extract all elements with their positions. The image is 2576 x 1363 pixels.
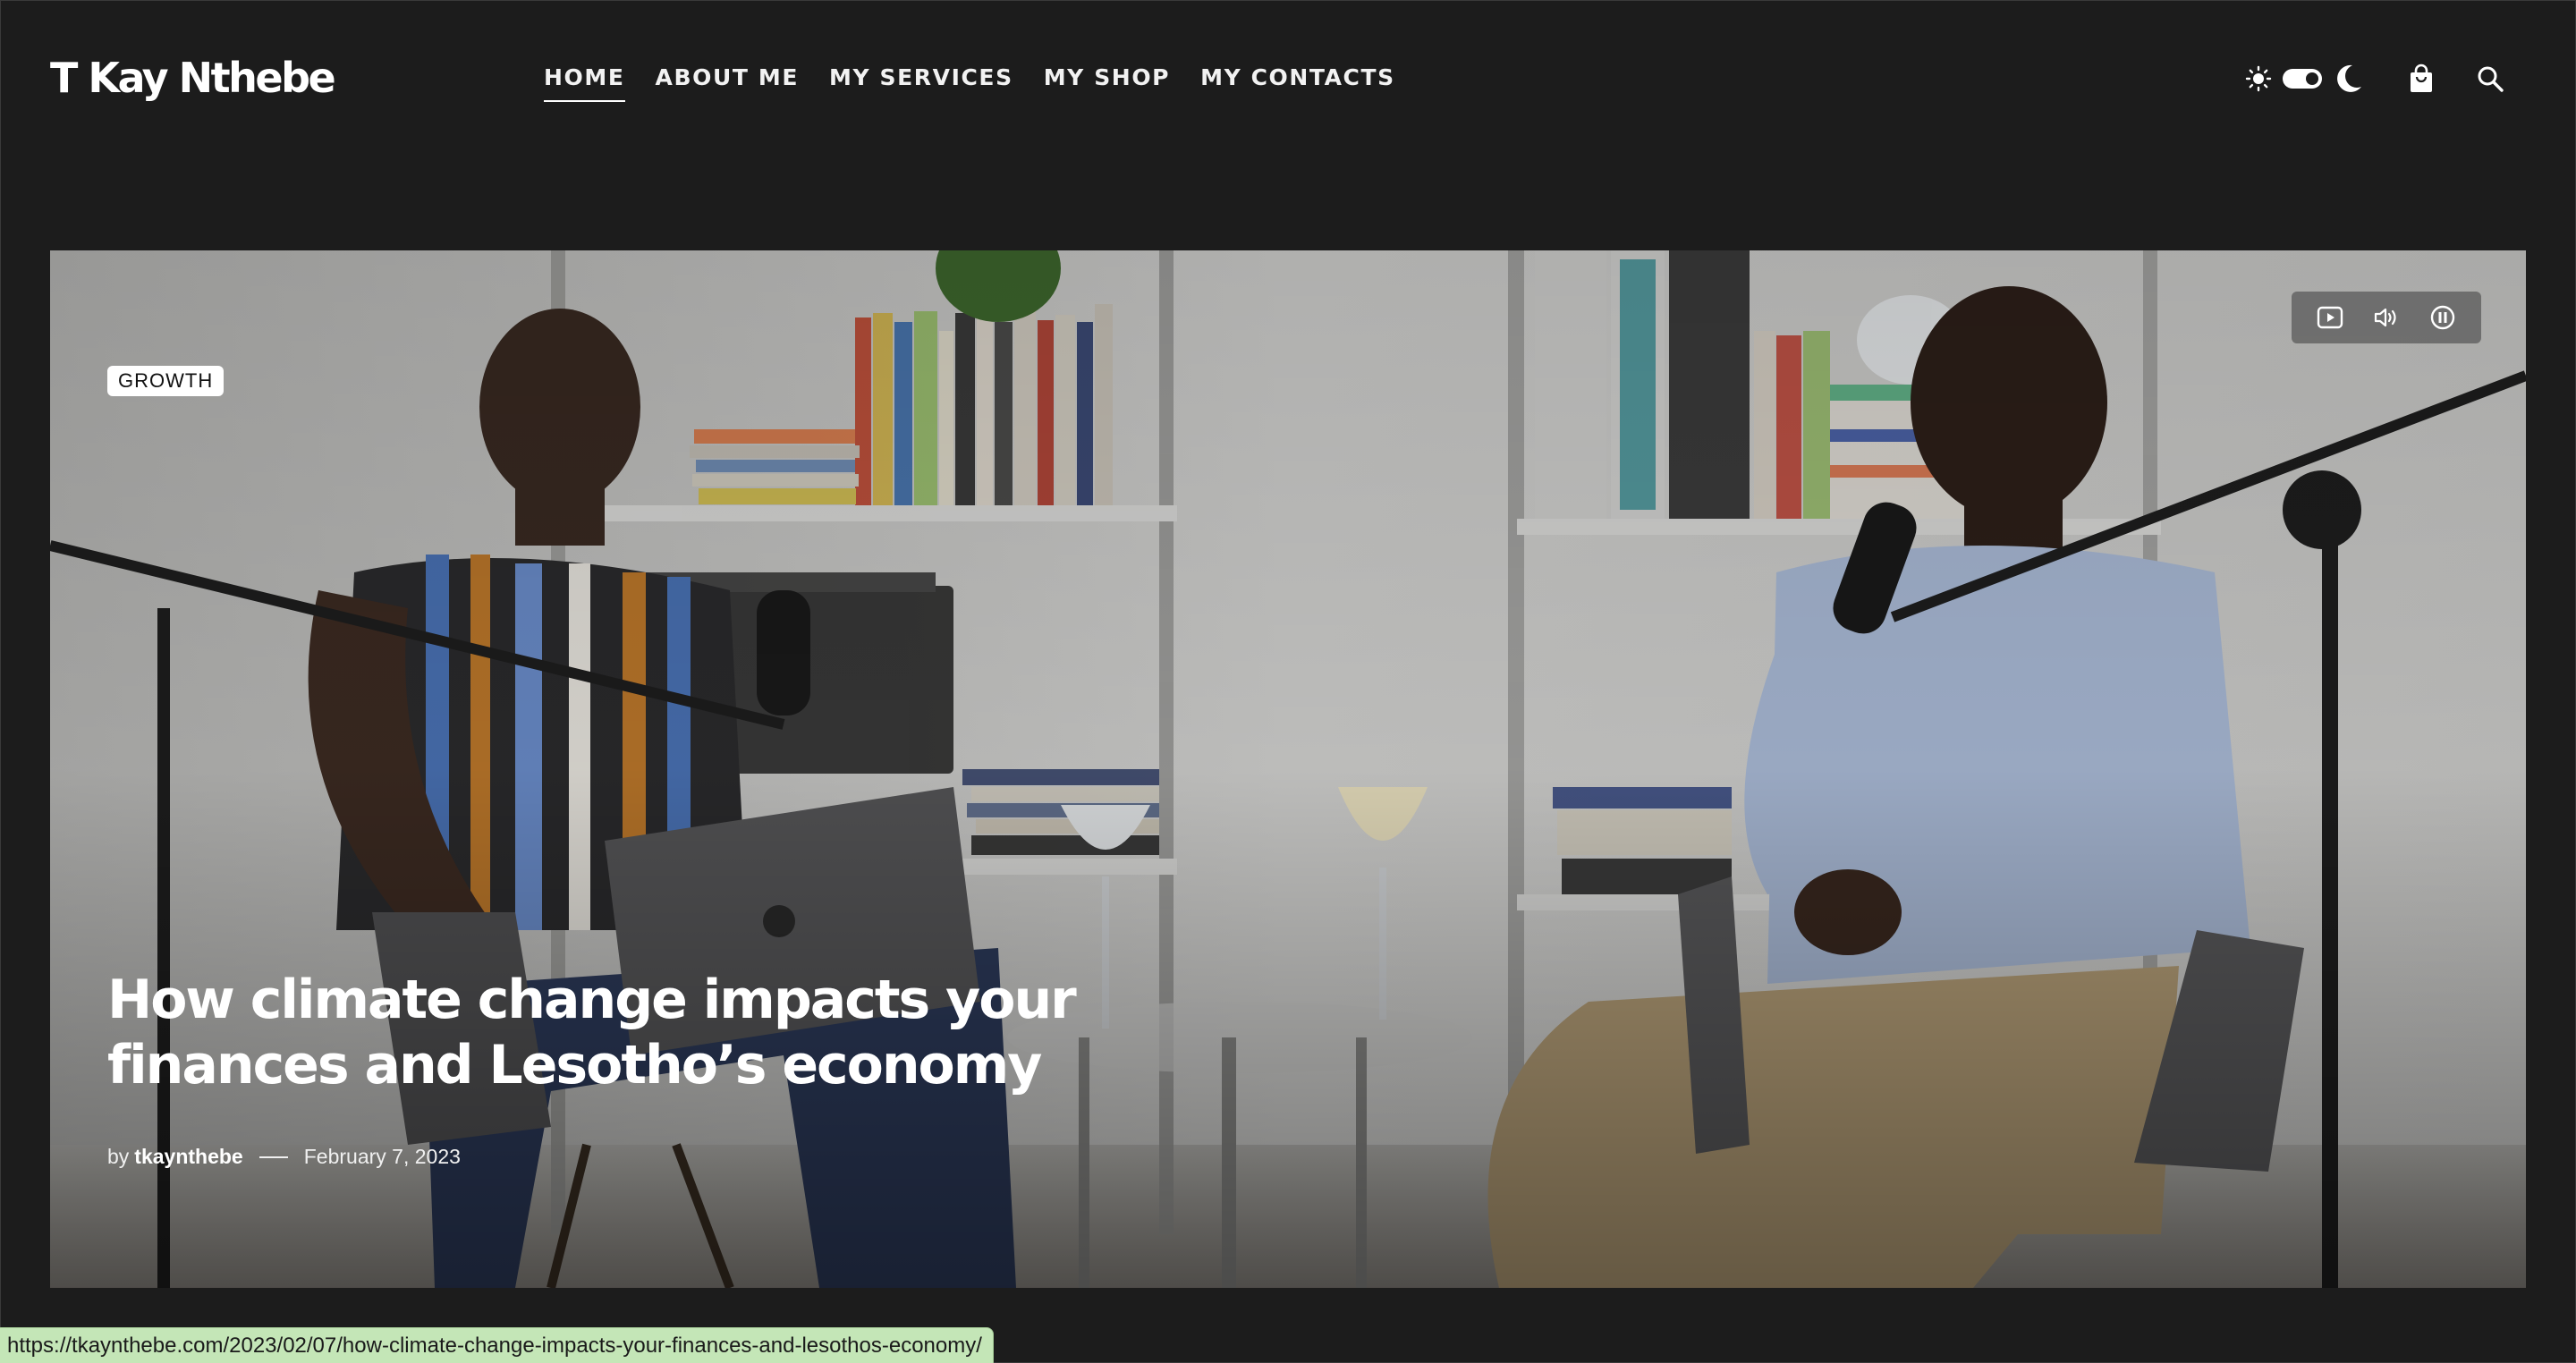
- author-link[interactable]: tkaynthebe: [134, 1145, 242, 1169]
- nav-item-my-contacts[interactable]: MY CONTACTS: [1200, 64, 1395, 102]
- nav-item-home[interactable]: HOME: [544, 64, 625, 102]
- play-icon[interactable]: [2312, 300, 2348, 335]
- video-controls: [2292, 292, 2481, 343]
- volume-icon[interactable]: [2368, 300, 2404, 335]
- moon-icon[interactable]: [2334, 63, 2363, 94]
- post-meta: by tkaynthebe February 7, 2023: [107, 1145, 461, 1169]
- by-label: by: [107, 1145, 130, 1168]
- post-title[interactable]: How climate change impacts your finances…: [107, 968, 1270, 1098]
- hero-overlay: [50, 250, 2526, 1288]
- link-status-bar: https://tkaynthebe.com/2023/02/07/how-cl…: [0, 1327, 994, 1363]
- theme-toggle-knob: [2306, 72, 2318, 85]
- category-badge[interactable]: GROWTH: [107, 366, 225, 396]
- nav-item-about-me[interactable]: ABOUT ME: [656, 64, 799, 102]
- main-nav: HOME ABOUT ME MY SERVICES MY SHOP MY CON…: [544, 64, 1395, 102]
- nav-item-my-shop[interactable]: MY SHOP: [1044, 64, 1170, 102]
- sun-icon[interactable]: [2245, 65, 2272, 92]
- theme-toggle[interactable]: [2283, 69, 2322, 89]
- header-tools: [2245, 59, 2504, 98]
- site-logo[interactable]: T Kay Nthebe: [50, 54, 336, 102]
- pause-icon[interactable]: [2425, 300, 2461, 335]
- nav-item-my-services[interactable]: MY SERVICES: [829, 64, 1013, 102]
- shopping-bag-icon[interactable]: [2408, 63, 2435, 94]
- featured-post-hero[interactable]: GROWTH How climate change impacts your f…: [50, 250, 2526, 1288]
- search-icon[interactable]: [2476, 64, 2504, 93]
- post-date: February 7, 2023: [303, 1145, 461, 1168]
- meta-divider: [258, 1156, 288, 1158]
